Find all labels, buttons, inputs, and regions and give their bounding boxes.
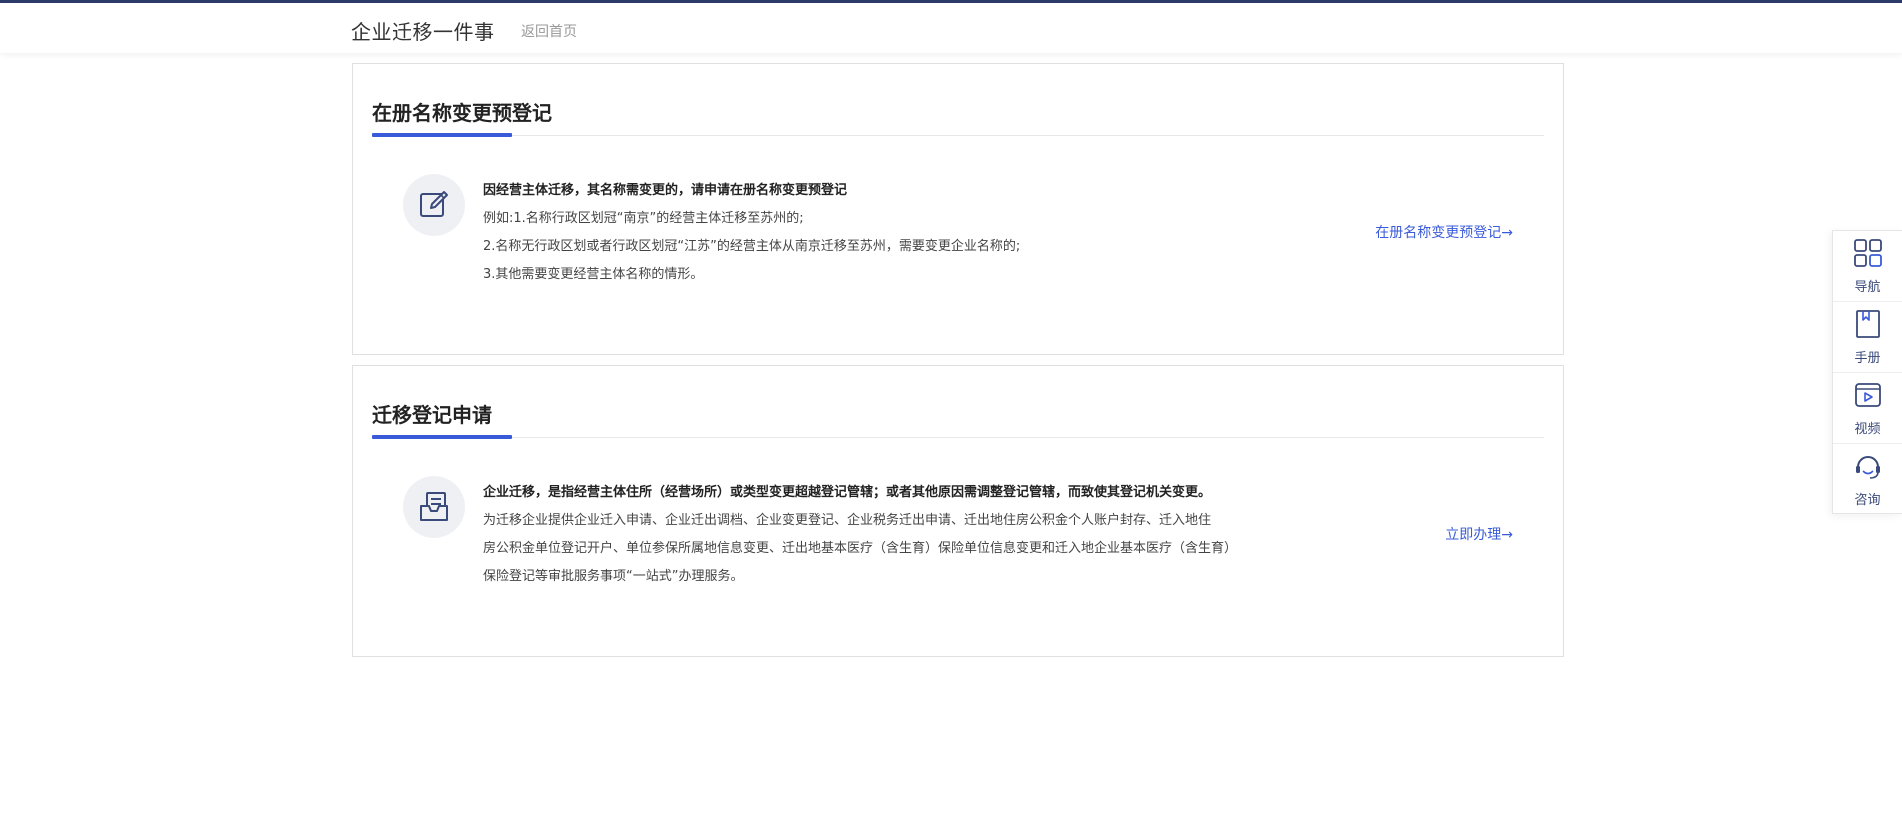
side-item-label: 视频	[1854, 421, 1881, 437]
side-item-label: 导航	[1854, 279, 1881, 295]
description-line: 例如:1.名称行政区划冠“南京”的经营主体迁移至苏州的;	[483, 211, 804, 226]
page-title: 企业迁移一件事	[351, 20, 495, 44]
side-item-video[interactable]: 视频	[1833, 373, 1902, 444]
document-tray-icon	[403, 476, 465, 538]
card-description: 企业迁移，是指经营主体住所（经营场所）或类型变更超越登记管辖；或者其他原因需调整…	[483, 479, 1303, 591]
card-header: 迁移登记申请	[372, 402, 1544, 439]
card-name-change-preregistration: 在册名称变更预登记 因经营主体迁移，其名称需变更的，请申请在册名称变更预登记 例…	[352, 63, 1564, 355]
side-item-label: 手册	[1854, 350, 1881, 366]
card-migration-registration: 迁移登记申请 企业迁移，是指经营主体住所（经营场所）或类型变更超越登记管辖；或者…	[352, 365, 1564, 657]
bookmark-book-icon	[1853, 309, 1883, 343]
floating-side-panel: 导航 手册 视频 咨询	[1832, 230, 1902, 514]
card-header: 在册名称变更预登记	[372, 100, 1544, 137]
grid-icon	[1853, 238, 1883, 272]
description-line: 房公积金单位登记开户、单位参保所属地信息变更、迁出地基本医疗（含生育）保险单位信…	[483, 541, 1238, 556]
video-play-icon	[1853, 380, 1883, 414]
description-lead: 因经营主体迁移，其名称需变更的，请申请在册名称变更预登记	[483, 183, 848, 198]
description-lead: 企业迁移，是指经营主体住所（经营场所）或类型变更超越登记管辖；或者其他原因需调整…	[483, 485, 1212, 500]
headset-icon	[1853, 451, 1883, 485]
name-change-preregistration-link[interactable]: 在册名称变更预登记→	[1375, 222, 1513, 242]
title-underline	[372, 435, 512, 439]
card-title: 在册名称变更预登记	[372, 101, 552, 125]
side-item-label: 咨询	[1854, 493, 1881, 508]
description-line: 3.其他需要变更经营主体名称的情形。	[483, 267, 704, 282]
description-line: 2.名称无行政区划或者行政区划冠“江苏”的经营主体从南京迁移至苏州，需要变更企业…	[483, 239, 1021, 254]
side-item-consult[interactable]: 咨询	[1833, 444, 1902, 515]
side-item-manual[interactable]: 手册	[1833, 302, 1902, 373]
side-item-navigation[interactable]: 导航	[1833, 231, 1902, 302]
description-line: 保险登记等审批服务事项“一站式”办理服务。	[483, 569, 744, 584]
card-title: 迁移登记申请	[372, 403, 492, 427]
title-underline	[372, 133, 512, 137]
edit-icon	[403, 174, 465, 236]
back-home-link[interactable]: 返回首页	[521, 21, 577, 41]
top-bar: 企业迁移一件事 返回首页	[0, 0, 1902, 53]
card-description: 因经营主体迁移，其名称需变更的，请申请在册名称变更预登记 例如:1.名称行政区划…	[483, 177, 1303, 289]
description-line: 为迁移企业提供企业迁入申请、企业迁出调档、企业变更登记、企业税务迁出申请、迁出地…	[483, 513, 1212, 528]
apply-now-link[interactable]: 立即办理→	[1445, 524, 1513, 544]
